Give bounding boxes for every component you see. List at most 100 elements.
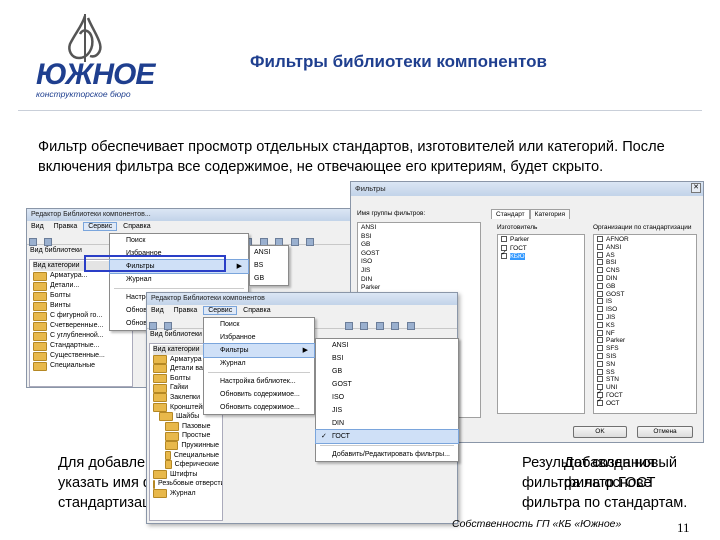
checkbox[interactable] [501, 250, 507, 260]
org-item[interactable]: ОСТ [597, 397, 693, 408]
menu-item-search[interactable]: Поиск [204, 318, 314, 331]
right-toolbar [343, 317, 453, 330]
toolbar-icon[interactable] [391, 322, 400, 330]
org-item[interactable]: AS [597, 251, 693, 260]
filters-submenu: ANSI BS GB [249, 245, 289, 286]
manufacturer-label: Изготовитель [497, 224, 538, 231]
tree-item[interactable]: Существенные... [33, 351, 129, 361]
menu-item-refresh[interactable]: Обновить содержимое... [204, 388, 314, 401]
tree-item[interactable]: Сферические [153, 460, 219, 470]
group-item[interactable]: DIN [361, 276, 477, 285]
group-label: Имя группы фильтров: [357, 210, 426, 217]
submenu-item[interactable]: ANSI [250, 246, 288, 259]
tree-item[interactable]: Пружинные [153, 441, 219, 451]
menu-item-search[interactable]: Поиск [110, 234, 248, 247]
menu-item-journal[interactable]: Журнал [204, 357, 314, 370]
org-item[interactable]: ISO [597, 306, 693, 314]
group-item[interactable]: ISO [361, 258, 477, 267]
org-item[interactable]: SS [597, 368, 693, 377]
menu-item-favorites[interactable]: Избранное [204, 331, 314, 344]
toolbar-icon[interactable] [306, 238, 315, 246]
checkbox[interactable] [501, 236, 507, 242]
org-item[interactable]: STN [597, 376, 693, 384]
toolbar-icon[interactable] [345, 322, 353, 330]
menu-tools[interactable]: Сервис [203, 306, 238, 315]
submenu-item-selected[interactable]: ✓ ГОСТ [315, 429, 459, 444]
submenu-item[interactable]: BSI [316, 352, 458, 365]
menu-edit[interactable]: Правка [50, 223, 82, 230]
org-item[interactable]: SFS [597, 345, 693, 353]
group-item[interactable]: GB [361, 241, 477, 250]
org-item[interactable]: JIS [597, 313, 693, 322]
toolbar-icon[interactable] [29, 238, 37, 246]
tree-header: Вид библиотеки [150, 331, 202, 338]
menu-item-settings[interactable]: Настройка библиотек... [204, 375, 314, 388]
org-item[interactable]: AFNOR [597, 236, 693, 244]
tab-standard[interactable]: Стандарт [491, 209, 530, 219]
org-item[interactable]: CNS [597, 267, 693, 275]
submenu-item[interactable]: JIS [316, 404, 458, 417]
submenu-item[interactable]: GOST [316, 378, 458, 391]
add-edit-filters-item[interactable]: Добавить/Редактировать фильтры... [316, 448, 458, 461]
org-item[interactable]: GOST [597, 290, 693, 299]
manufacturer-item[interactable]: КБЮ [501, 250, 581, 262]
submenu-item[interactable]: ANSI [316, 339, 458, 352]
group-item[interactable]: JIS [361, 267, 477, 276]
close-icon[interactable]: ✕ [691, 183, 701, 193]
menu-item-refresh-2[interactable]: Обновить содержимое... [204, 401, 314, 414]
org-item[interactable]: SIS [597, 352, 693, 361]
toolbar-icon[interactable] [44, 238, 53, 246]
cancel-button[interactable]: Отмена [637, 426, 693, 438]
org-item[interactable]: DIN [597, 274, 693, 283]
tree-item[interactable]: Простые [153, 431, 219, 441]
toolbar-icon[interactable] [149, 322, 157, 330]
tree-item[interactable]: Резьбовые отверстия [153, 479, 222, 489]
menu-bar: Вид Правка Сервис Справка [147, 305, 457, 317]
tree-item[interactable]: Пазовые [153, 422, 219, 432]
check-icon: ✓ [321, 433, 327, 440]
submenu-item[interactable]: ISO [316, 391, 458, 404]
manufacturer-item[interactable]: Parker [501, 236, 581, 245]
tree-item[interactable]: Штифты [153, 470, 219, 480]
ok-button[interactable]: OK [573, 426, 627, 438]
org-item[interactable]: IS [597, 298, 693, 306]
toolbar-icon[interactable] [375, 322, 384, 330]
org-item[interactable]: GB [597, 282, 693, 291]
menu-view[interactable]: Вид [147, 307, 168, 314]
manufacturer-item[interactable]: ГОСТ [501, 244, 581, 254]
menu-tools[interactable]: Сервис [83, 222, 118, 231]
menu-item-journal[interactable]: Журнал [110, 273, 248, 286]
org-item[interactable]: BSI [597, 259, 693, 267]
group-item[interactable]: GOST [361, 250, 477, 259]
tree-item[interactable]: Стандартные... [33, 341, 129, 351]
group-item[interactable]: BSI [361, 233, 477, 242]
submenu-item[interactable]: GB [316, 365, 458, 378]
org-item[interactable]: ANSI [597, 243, 693, 252]
menu-item-filters[interactable]: Фильтры ▶ [203, 343, 315, 358]
tab-category[interactable]: Категория [529, 209, 571, 219]
org-item[interactable]: Parker [597, 337, 693, 345]
org-item[interactable]: SN [597, 360, 693, 369]
org-item[interactable]: KS [597, 321, 693, 330]
toolbar-icon[interactable] [406, 322, 415, 330]
menu-help[interactable]: Справка [239, 307, 274, 314]
submenu-item[interactable]: DIN [316, 417, 458, 430]
tree-item[interactable]: Специальные [153, 450, 219, 461]
menu-help[interactable]: Справка [119, 223, 154, 230]
page-title: Фильтры библиотеки компонентов [250, 52, 547, 71]
tree-item[interactable]: Специальные [33, 361, 129, 371]
toolbar-icon[interactable] [164, 322, 173, 330]
menu-view[interactable]: Вид [27, 223, 48, 230]
tools-dropdown: Поиск Избранное Фильтры ▶ Журнал Настройк… [203, 317, 315, 415]
tree-item[interactable]: Журнал [153, 489, 219, 499]
tree-item[interactable]: С углубленной... [33, 331, 129, 341]
org-item[interactable]: ГОСТ [597, 389, 693, 400]
submenu-item[interactable]: GB [250, 272, 288, 285]
toolbar-icon[interactable] [290, 238, 299, 246]
submenu-item[interactable]: BS [250, 259, 288, 272]
toolbar-icon[interactable] [360, 322, 369, 330]
menu-edit[interactable]: Правка [170, 307, 202, 314]
org-item[interactable]: NF [597, 329, 693, 338]
org-item[interactable]: UNI [597, 384, 693, 392]
group-item[interactable]: ANSI [361, 224, 477, 233]
